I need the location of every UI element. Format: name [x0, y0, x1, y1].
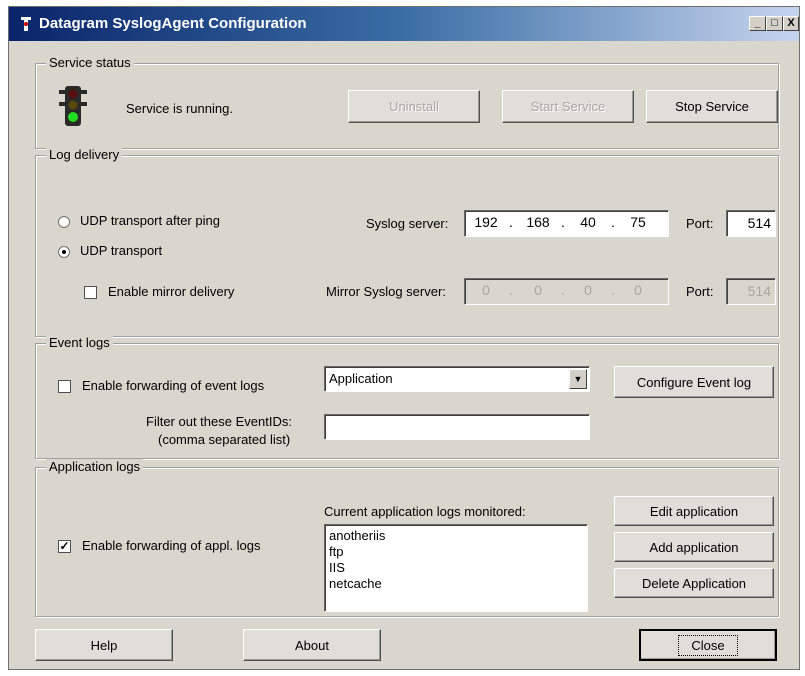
start-service-button[interactable]: Start Service	[502, 90, 634, 123]
ip-octet-4: 75	[630, 214, 646, 230]
ip-dot: .	[611, 282, 615, 298]
udp-transport-label: UDP transport	[80, 243, 163, 258]
mirror-server-label: Mirror Syslog server:	[326, 284, 446, 299]
syslog-server-ip-field[interactable]: 192 . 168 . 40 . 75	[464, 210, 669, 237]
current-logs-label: Current application logs monitored:	[324, 504, 526, 519]
service-status-group: Service status Service is running. Unins…	[35, 55, 779, 149]
mirror-ip-octet-1: 0	[482, 282, 490, 298]
port-field[interactable]: 514	[726, 210, 776, 237]
service-status-label: Service status	[46, 55, 134, 70]
mirror-port-label: Port:	[686, 284, 714, 299]
maximize-button[interactable]: □	[766, 16, 783, 31]
minimize-button[interactable]: _	[749, 16, 766, 31]
enable-appl-forwarding-checkbox[interactable]: ✓	[58, 540, 71, 553]
edit-application-button[interactable]: Edit application	[614, 496, 774, 526]
syslog-agent-icon	[21, 17, 31, 31]
event-logs-label: Event logs	[46, 335, 113, 350]
application-logs-label: Application logs	[46, 459, 144, 474]
udp-after-ping-label: UDP transport after ping	[80, 213, 220, 228]
delete-application-button[interactable]: Delete Application	[614, 568, 774, 598]
traffic-light-icon	[59, 86, 87, 126]
filter-label: Filter out these EventIDs:	[146, 414, 292, 429]
help-button[interactable]: Help	[35, 629, 173, 661]
mirror-ip-octet-2: 0	[534, 282, 542, 298]
add-application-button[interactable]: Add application	[614, 532, 774, 562]
window-title: Datagram SyslogAgent Configuration	[39, 15, 307, 32]
mirror-ip-octet-3: 0	[584, 282, 592, 298]
ip-dot: .	[561, 282, 565, 298]
event-logs-group: Event logs Enable forwarding of event lo…	[35, 335, 779, 459]
application-logs-list[interactable]: anotheriis ftp IIS netcache	[324, 524, 588, 612]
uninstall-button[interactable]: Uninstall	[348, 90, 480, 123]
service-status-text: Service is running.	[126, 101, 233, 116]
log-delivery-label: Log delivery	[46, 147, 123, 162]
close-button-label: Close	[678, 634, 738, 656]
mirror-port-field[interactable]: 514	[726, 278, 776, 305]
port-label: Port:	[686, 216, 714, 231]
application-logs-group: Application logs Current application log…	[35, 459, 779, 617]
event-log-select-value: Application	[329, 371, 393, 386]
log-delivery-group: Log delivery UDP transport after ping UD…	[35, 147, 779, 337]
enable-mirror-label: Enable mirror delivery	[108, 284, 235, 299]
ip-octet-1: 192	[474, 214, 498, 230]
filter-sublabel: (comma separated list)	[158, 432, 291, 447]
close-window-button[interactable]: X	[783, 16, 799, 31]
list-item[interactable]: anotheriis	[329, 528, 583, 544]
enable-appl-forwarding-label: Enable forwarding of appl. logs	[82, 538, 261, 553]
enable-mirror-checkbox[interactable]	[84, 286, 97, 299]
mirror-ip-octet-4: 0	[634, 282, 642, 298]
enable-event-forwarding-label: Enable forwarding of event logs	[82, 378, 265, 393]
ip-octet-2: 168	[526, 214, 550, 230]
stop-service-button[interactable]: Stop Service	[646, 90, 778, 123]
list-item[interactable]: IIS	[329, 560, 583, 576]
mirror-server-ip-field[interactable]: 0 . 0 . 0 . 0	[464, 278, 669, 305]
syslog-server-label: Syslog server:	[366, 216, 449, 231]
ip-dot: .	[611, 214, 615, 230]
configure-event-log-button[interactable]: Configure Event log	[614, 366, 774, 398]
enable-event-forwarding-checkbox[interactable]	[58, 380, 71, 393]
udp-transport-radio[interactable]	[58, 246, 70, 258]
ip-dot: .	[509, 282, 513, 298]
ip-dot: .	[509, 214, 513, 230]
ip-octet-3: 40	[580, 214, 596, 230]
list-item[interactable]: ftp	[329, 544, 583, 560]
about-button[interactable]: About	[243, 629, 381, 661]
chevron-down-icon[interactable]: ▼	[569, 369, 587, 389]
udp-after-ping-radio[interactable]	[58, 216, 70, 228]
list-item[interactable]: netcache	[329, 576, 583, 592]
event-log-select[interactable]: Application ▼	[324, 366, 590, 392]
filter-eventids-input[interactable]	[324, 414, 590, 440]
close-button[interactable]: Close	[639, 629, 777, 661]
config-window: Datagram SyslogAgent Configuration _ □ X…	[8, 6, 800, 670]
ip-dot: .	[561, 214, 565, 230]
title-bar[interactable]: Datagram SyslogAgent Configuration _ □ X	[9, 7, 799, 41]
